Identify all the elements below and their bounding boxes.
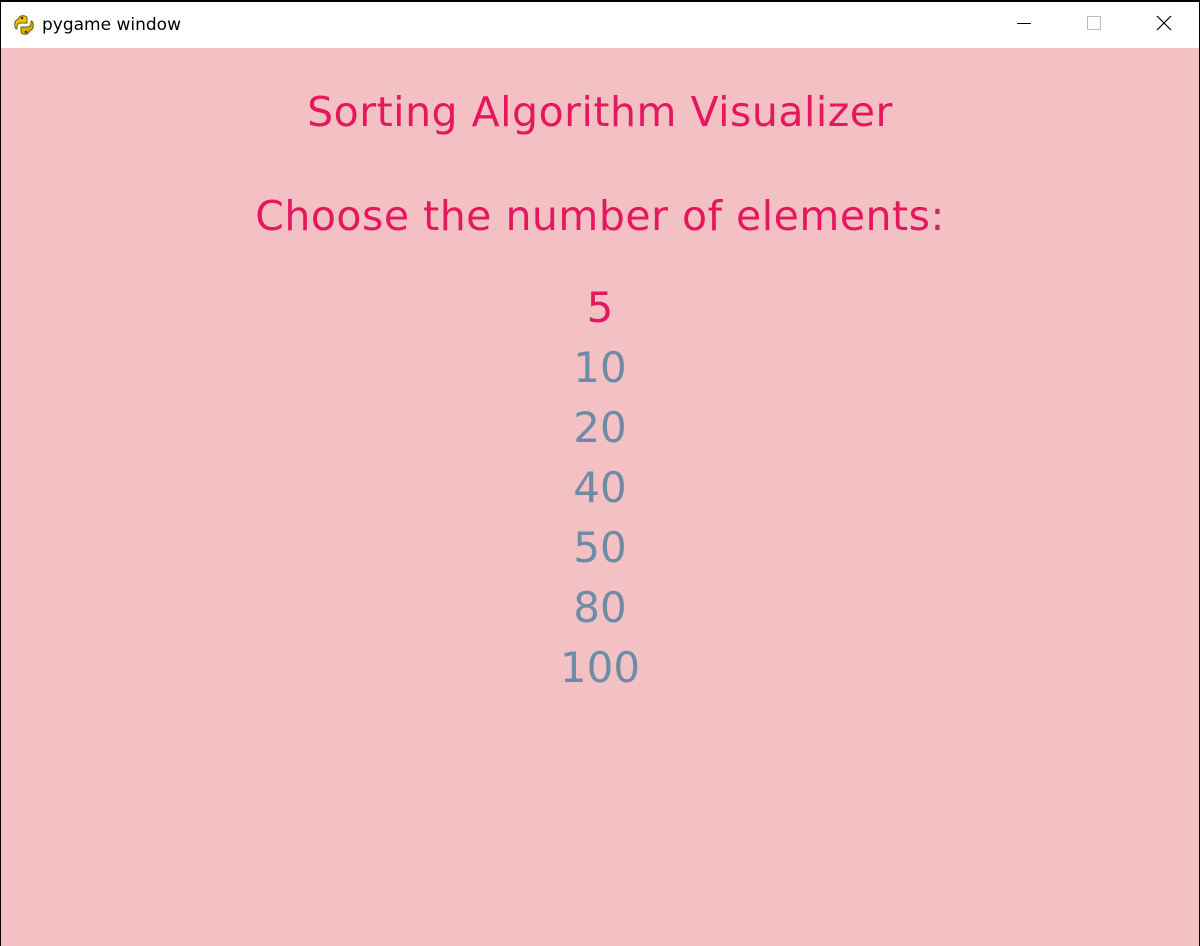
option-80[interactable]: 80: [1, 578, 1199, 638]
option-100[interactable]: 100: [1, 638, 1199, 698]
minimize-button[interactable]: [989, 2, 1059, 48]
option-40[interactable]: 40: [1, 458, 1199, 518]
minimize-icon: [1016, 15, 1032, 36]
window-controls: [989, 2, 1199, 48]
option-10[interactable]: 10: [1, 338, 1199, 398]
close-icon: [1156, 15, 1172, 36]
window-titlebar[interactable]: pygame window: [1, 2, 1199, 48]
app-title: Sorting Algorithm Visualizer: [307, 88, 893, 136]
window-title: pygame window: [42, 15, 181, 35]
option-50[interactable]: 50: [1, 518, 1199, 578]
option-5[interactable]: 5: [1, 278, 1199, 338]
game-canvas: Sorting Algorithm Visualizer Choose the …: [1, 48, 1199, 946]
maximize-icon: [1086, 15, 1102, 36]
element-count-prompt: Choose the number of elements:: [255, 192, 945, 240]
maximize-button[interactable]: [1059, 2, 1129, 48]
option-20[interactable]: 20: [1, 398, 1199, 458]
element-count-options: 5 10 20 40 50 80 100: [1, 278, 1199, 698]
pygame-snake-icon: [13, 14, 35, 36]
close-button[interactable]: [1129, 2, 1199, 48]
app-window: pygame window Sorting Algorithm Visualiz…: [0, 0, 1200, 946]
